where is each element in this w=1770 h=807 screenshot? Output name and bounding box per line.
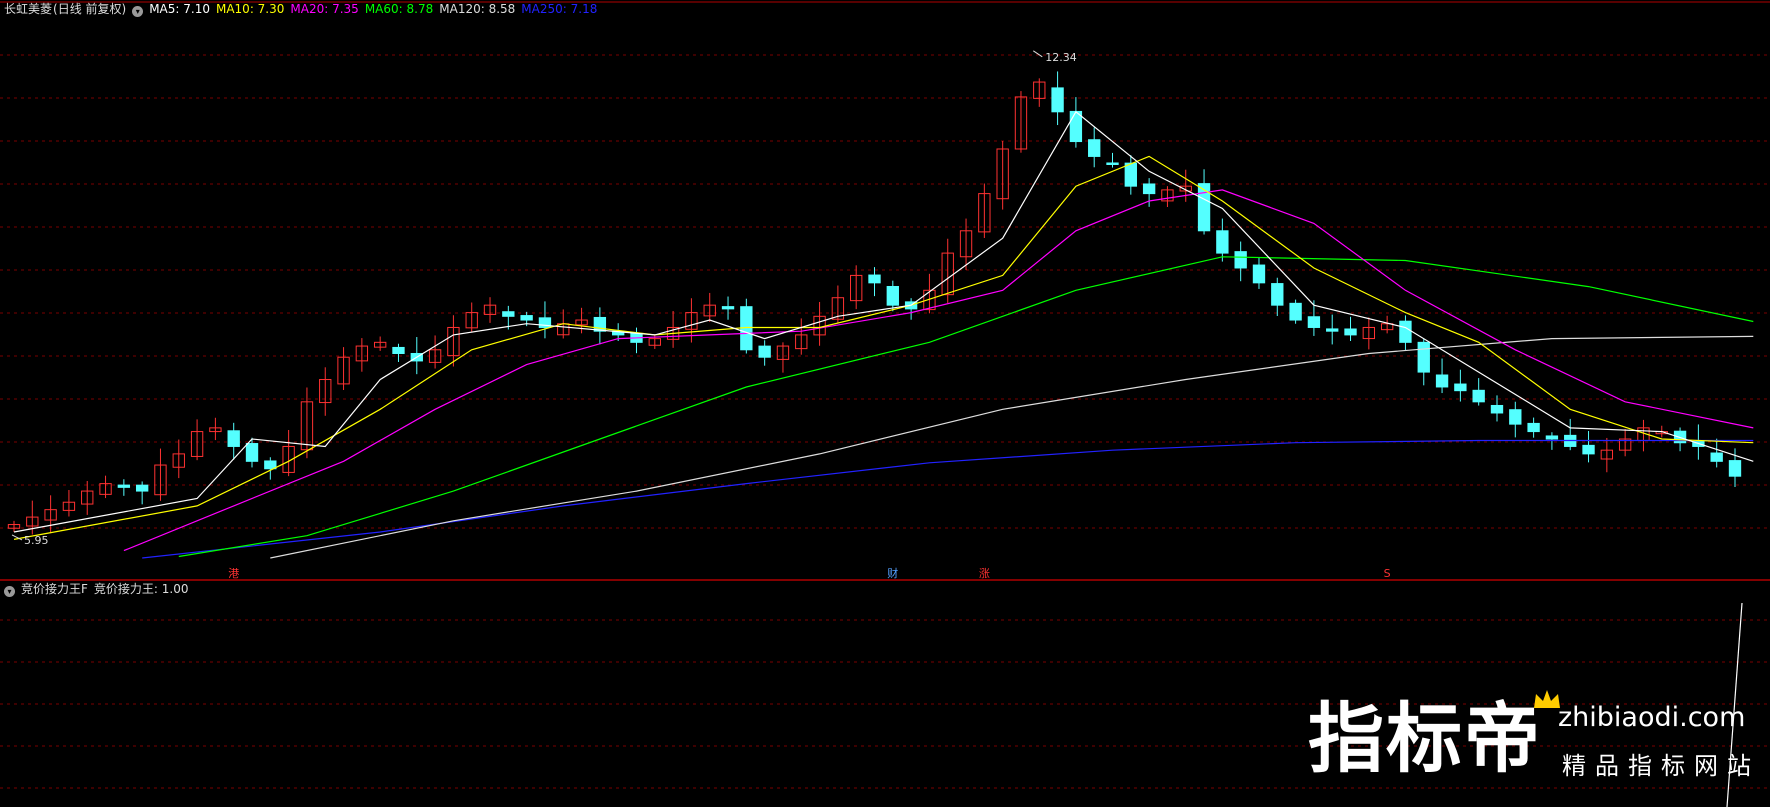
- candle-body: [392, 346, 405, 354]
- candle-body: [1326, 328, 1339, 332]
- sub-indicator-name[interactable]: 竞价接力王F: [21, 582, 88, 596]
- ma120-line: [270, 335, 1754, 559]
- low-label: 5.95: [24, 534, 49, 547]
- settings-icon[interactable]: ▾: [132, 6, 144, 17]
- candle-body: [1417, 341, 1430, 373]
- candle-body: [868, 274, 881, 284]
- ma-legend-item: MA20: 7.35: [290, 2, 359, 16]
- candle-body: [245, 443, 259, 462]
- candle-body: [1490, 404, 1504, 414]
- candle-body: [1454, 383, 1467, 392]
- event-marker: 财: [887, 566, 898, 580]
- event-marker: 港: [228, 567, 239, 580]
- ma20-line: [123, 189, 1754, 552]
- moving-average-lines: [13, 110, 1754, 559]
- candle-body: [1710, 452, 1723, 462]
- candle-body: [1252, 264, 1266, 284]
- grid-lines: [0, 1, 1770, 789]
- candle-body: [1142, 183, 1156, 195]
- candle-body: [1088, 139, 1101, 157]
- period-label: (日线 前复权): [53, 2, 127, 16]
- sub-panel-legend: ▾ 竞价接力王F 竞价接力王: 1.00: [4, 581, 194, 597]
- candle-body: [1124, 162, 1137, 187]
- ma10-line: [13, 155, 1754, 540]
- candle-body: [1234, 251, 1247, 269]
- candle-body: [1271, 283, 1284, 306]
- watermark-tagline: 精品指标网站: [1562, 752, 1760, 780]
- candle-body: [135, 484, 149, 492]
- ma-legend-item: MA120: 8.58: [439, 2, 516, 16]
- candle-body: [1106, 162, 1119, 165]
- candle-body: [227, 430, 240, 447]
- ma-legend-item: MA250: 7.18: [521, 2, 598, 16]
- main-legend: 长虹美菱(日线 前复权) ▾ MA5: 7.10 MA10: 7.30 MA20: 7.…: [4, 1, 609, 17]
- candle-body: [1344, 328, 1357, 336]
- sub-indicator-value: 竞价接力王: 1.00: [93, 582, 189, 596]
- kline-chart[interactable]: 12.34 5.95 港 财 涨 S: [0, 0, 1770, 807]
- candle-body: [1472, 389, 1485, 403]
- candle-body: [1197, 183, 1211, 232]
- ma-legend-items: MA5: 7.10 MA10: 7.30 MA20: 7.35 MA60: 8.78 M…: [149, 2, 603, 16]
- candle-body: [1509, 409, 1522, 425]
- ma-legend-item: MA10: 7.30: [215, 2, 285, 16]
- stock-name[interactable]: 长虹美菱: [4, 2, 52, 16]
- candle-body: [1435, 374, 1449, 388]
- candle-body: [264, 460, 277, 470]
- ma250-line: [142, 439, 1754, 559]
- event-markers: 港财涨S: [228, 566, 1390, 580]
- candle-body: [1051, 87, 1064, 113]
- watermark: 指标帝 zhibiaodi.com 精品指标网站: [1308, 690, 1768, 806]
- watermark-brand: 指标帝: [1308, 694, 1542, 783]
- candle-body: [1728, 460, 1742, 477]
- event-marker: 涨: [979, 567, 990, 580]
- high-pointer: [1032, 50, 1043, 58]
- candle-body: [1216, 230, 1229, 254]
- ma-legend-item: MA60: 8.78: [364, 2, 434, 16]
- candle-body: [117, 484, 131, 488]
- chart-annotations: 12.34 5.95: [11, 50, 1077, 547]
- candle-body: [886, 285, 899, 306]
- candle-body: [1527, 422, 1540, 433]
- candle-body: [1307, 316, 1321, 328]
- candle-body: [1289, 302, 1302, 321]
- candle-body: [758, 345, 771, 358]
- candle-body: [1545, 435, 1559, 440]
- candle-body: [1582, 444, 1595, 455]
- settings-icon[interactable]: ▾: [4, 586, 15, 597]
- watermark-url: zhibiaodi.com: [1558, 702, 1746, 733]
- ma60-line: [178, 256, 1754, 558]
- candle-body: [721, 306, 735, 310]
- high-label: 12.34: [1045, 51, 1077, 64]
- event-marker: S: [1384, 567, 1391, 580]
- candle-body: [520, 315, 533, 321]
- candle-body: [1399, 320, 1412, 343]
- candle-body: [502, 311, 515, 317]
- ma-legend-item: MA5: 7.10: [149, 2, 210, 16]
- candle-body: [1069, 110, 1083, 143]
